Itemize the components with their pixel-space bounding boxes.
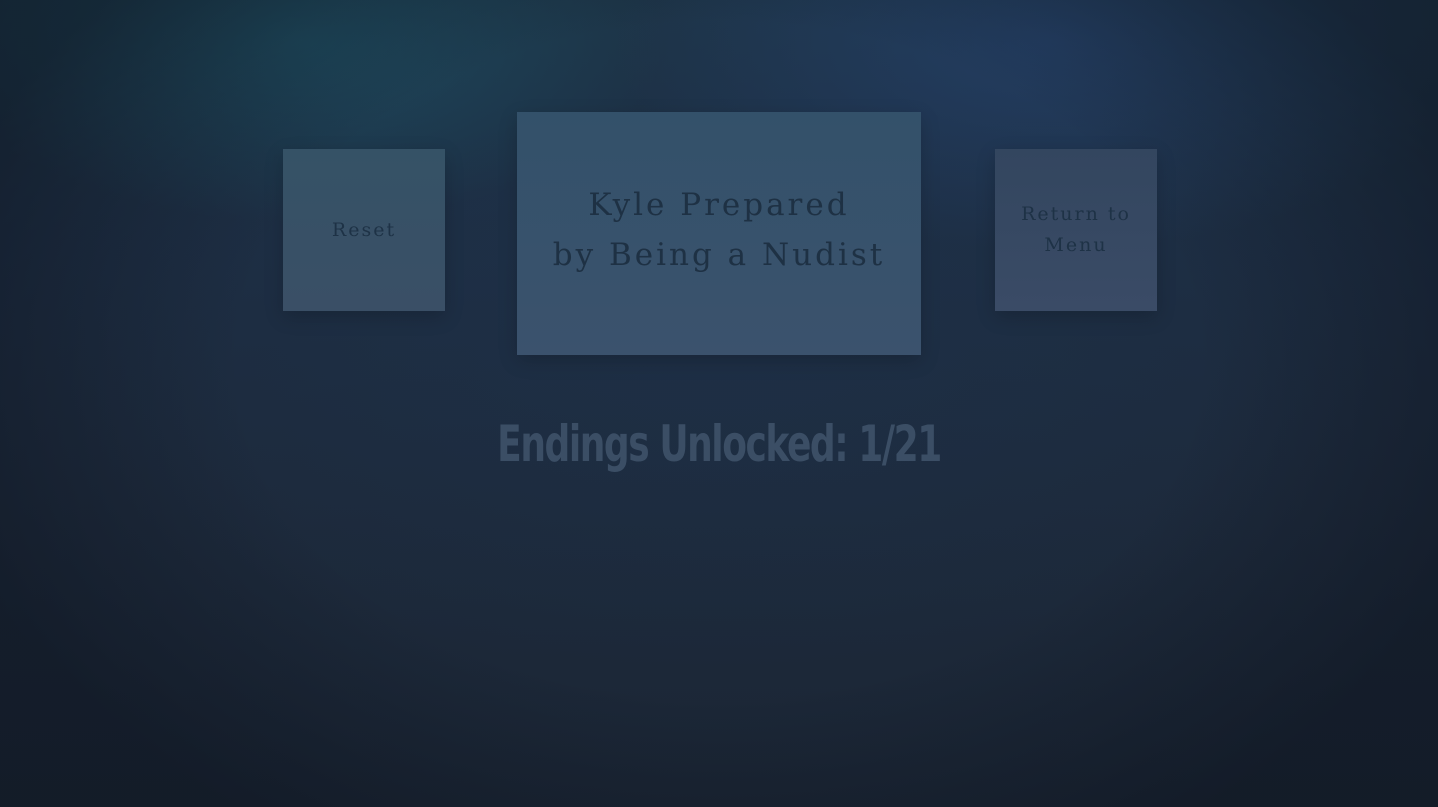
reset-button[interactable]: Reset <box>283 149 445 311</box>
ending-title: Kyle Prepared by Being a Nudist <box>553 180 885 280</box>
return-to-menu-label-line-1: Return to <box>1021 203 1131 225</box>
return-to-menu-label: Return to Menu <box>1021 199 1131 261</box>
return-to-menu-button[interactable]: Return to Menu <box>995 149 1157 311</box>
endings-unlocked-counter: Endings Unlocked: 1/21 <box>497 415 942 473</box>
return-to-menu-label-line-2: Menu <box>1044 234 1108 256</box>
reset-button-label: Reset <box>331 218 397 241</box>
ending-title-line-2: by Being a Nudist <box>552 237 886 273</box>
ending-card: Kyle Prepared by Being a Nudist <box>517 112 921 355</box>
ending-title-line-1: Kyle Prepared <box>588 187 850 223</box>
